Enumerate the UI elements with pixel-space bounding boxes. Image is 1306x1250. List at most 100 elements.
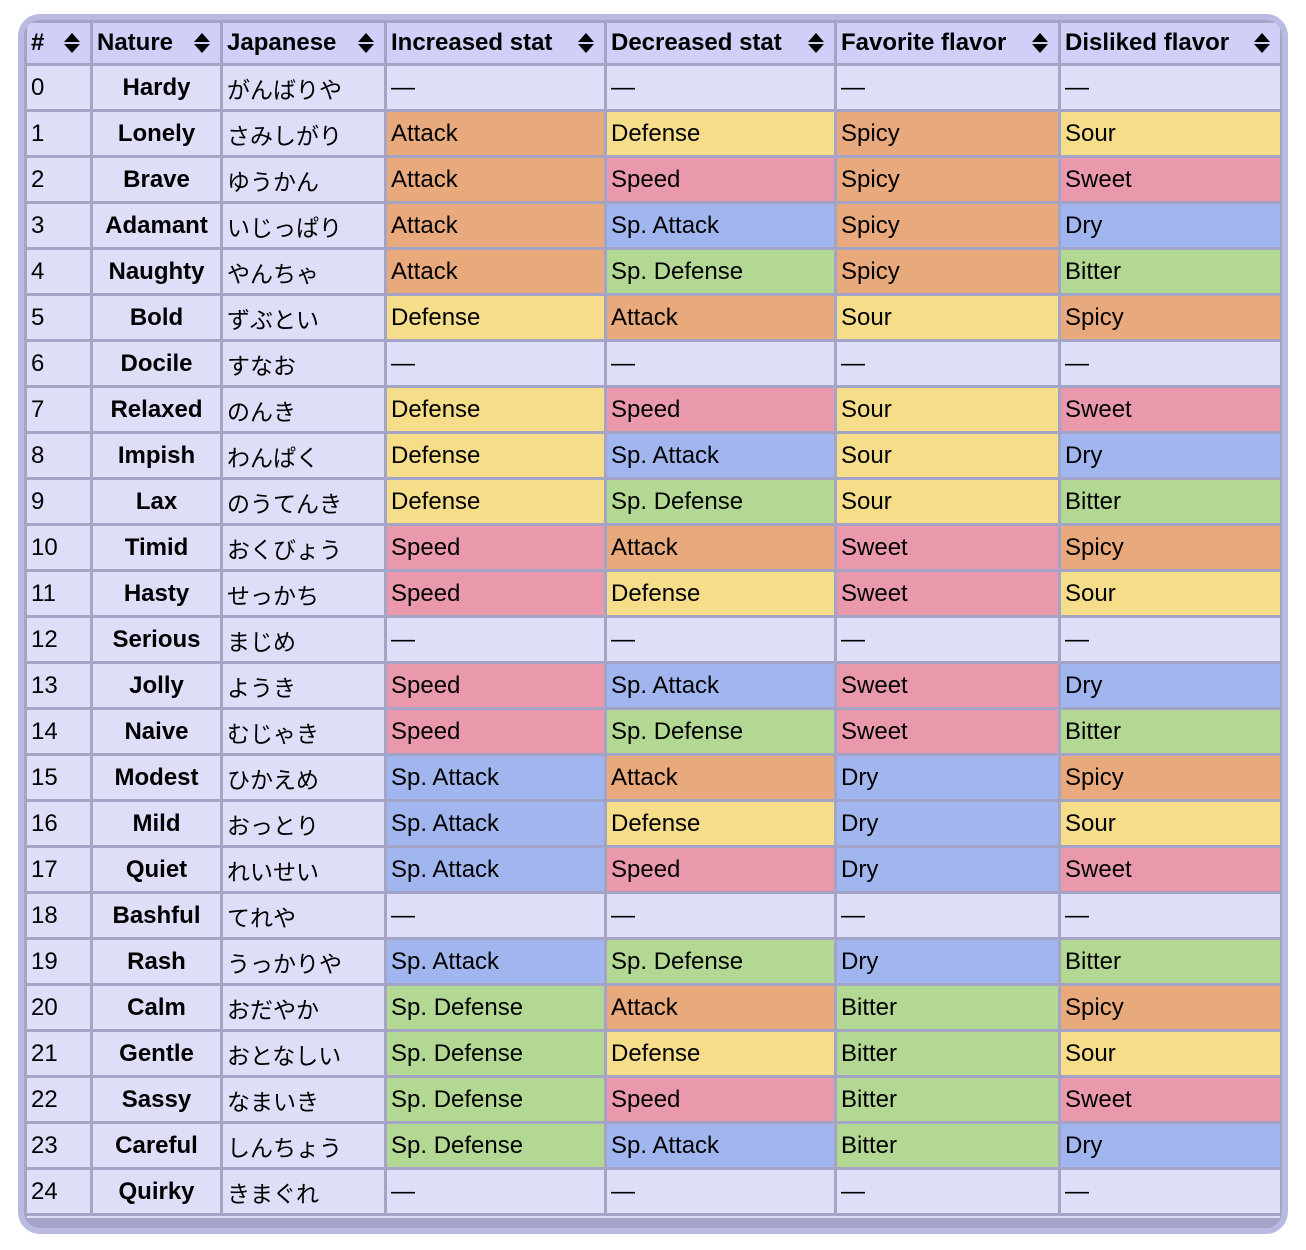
table-footer-strip	[27, 1216, 1280, 1218]
cell-decreased-stat: Sp. Attack	[607, 434, 834, 477]
cell-nature: Calm	[93, 986, 220, 1029]
table-row: 7 Relaxed のんき Defense Speed Sour Sweet	[27, 388, 1280, 431]
cell-disliked-flavor: Sweet	[1061, 388, 1280, 431]
cell-decreased-stat: Defense	[607, 802, 834, 845]
natures-table: # Nature Japanese Increased stat Decreased s…	[24, 20, 1282, 1221]
table-row: 1 Lonely さみしがり Attack Defense Spicy Sour	[27, 112, 1280, 155]
cell-nature: Adamant	[93, 204, 220, 247]
cell-japanese: わんぱく	[223, 434, 384, 477]
column-header-favorite-flavor[interactable]: Favorite flavor	[837, 23, 1058, 63]
cell-disliked-flavor: Bitter	[1061, 480, 1280, 523]
cell-japanese: むじゃき	[223, 710, 384, 753]
table-row: 8 Impish わんぱく Defense Sp. Attack Sour Dry	[27, 434, 1280, 477]
column-header-nature[interactable]: Nature	[93, 23, 220, 63]
cell-number: 21	[27, 1032, 90, 1075]
table-row: 5 Bold ずぶとい Defense Attack Sour Spicy	[27, 296, 1280, 339]
cell-decreased-stat: Speed	[607, 848, 834, 891]
table-row: 4 Naughty やんちゃ Attack Sp. Defense Spicy Bitter	[27, 250, 1280, 293]
cell-decreased-stat: Attack	[607, 526, 834, 569]
cell-increased-stat: —	[387, 894, 604, 937]
cell-disliked-flavor: Spicy	[1061, 526, 1280, 569]
sort-icon[interactable]	[358, 32, 374, 54]
cell-nature: Impish	[93, 434, 220, 477]
cell-favorite-flavor: Spicy	[837, 112, 1058, 155]
cell-increased-stat: Sp. Defense	[387, 1078, 604, 1121]
cell-nature: Bashful	[93, 894, 220, 937]
cell-number: 9	[27, 480, 90, 523]
cell-disliked-flavor: Dry	[1061, 664, 1280, 707]
cell-increased-stat: Sp. Attack	[387, 848, 604, 891]
cell-decreased-stat: Sp. Defense	[607, 710, 834, 753]
cell-japanese: おだやか	[223, 986, 384, 1029]
cell-increased-stat: Speed	[387, 526, 604, 569]
cell-favorite-flavor: —	[837, 66, 1058, 109]
column-header-label: Favorite flavor	[841, 29, 1007, 56]
sort-icon[interactable]	[808, 32, 824, 54]
cell-number: 15	[27, 756, 90, 799]
cell-japanese: ずぶとい	[223, 296, 384, 339]
table-body: 0 Hardy がんばりや — — — —1 Lonely さみしがり Attack Defense…	[27, 66, 1280, 1218]
cell-favorite-flavor: Spicy	[837, 204, 1058, 247]
table-row: 21 Gentle おとなしい Sp. Defense Defense Bitter Sou…	[27, 1032, 1280, 1075]
cell-number: 10	[27, 526, 90, 569]
cell-favorite-flavor: Sour	[837, 296, 1058, 339]
cell-increased-stat: Sp. Defense	[387, 1124, 604, 1167]
cell-favorite-flavor: Sour	[837, 480, 1058, 523]
column-header-number[interactable]: #	[27, 23, 90, 63]
table-row: 11 Hasty せっかち Speed Defense Sweet Sour	[27, 572, 1280, 615]
table-row: 6 Docile すなお — — — —	[27, 342, 1280, 385]
table-row: 10 Timid おくびょう Speed Attack Sweet Spicy	[27, 526, 1280, 569]
cell-increased-stat: Attack	[387, 250, 604, 293]
cell-disliked-flavor: Sweet	[1061, 848, 1280, 891]
cell-nature: Docile	[93, 342, 220, 385]
cell-number: 5	[27, 296, 90, 339]
table-frame: # Nature Japanese Increased stat Decreased s…	[18, 14, 1288, 1234]
cell-japanese: のうてんき	[223, 480, 384, 523]
cell-favorite-flavor: Sour	[837, 434, 1058, 477]
cell-japanese: まじめ	[223, 618, 384, 661]
cell-japanese: おっとり	[223, 802, 384, 845]
sort-icon[interactable]	[1032, 32, 1048, 54]
column-header-decreased-stat[interactable]: Decreased stat	[607, 23, 834, 63]
table-row: 0 Hardy がんばりや — — — —	[27, 66, 1280, 109]
sort-icon[interactable]	[1254, 32, 1270, 54]
cell-favorite-flavor: Sweet	[837, 572, 1058, 615]
column-header-japanese[interactable]: Japanese	[223, 23, 384, 63]
cell-decreased-stat: Speed	[607, 388, 834, 431]
cell-number: 19	[27, 940, 90, 983]
cell-japanese: ようき	[223, 664, 384, 707]
cell-number: 20	[27, 986, 90, 1029]
cell-increased-stat: Sp. Attack	[387, 940, 604, 983]
cell-nature: Lonely	[93, 112, 220, 155]
cell-decreased-stat: —	[607, 342, 834, 385]
column-header-content: Japanese	[227, 29, 380, 57]
sort-icon[interactable]	[578, 32, 594, 54]
cell-disliked-flavor: Sour	[1061, 112, 1280, 155]
cell-disliked-flavor: —	[1061, 342, 1280, 385]
cell-decreased-stat: Defense	[607, 572, 834, 615]
cell-favorite-flavor: —	[837, 894, 1058, 937]
cell-favorite-flavor: Sweet	[837, 526, 1058, 569]
cell-increased-stat: —	[387, 618, 604, 661]
column-header-increased-stat[interactable]: Increased stat	[387, 23, 604, 63]
column-header-disliked-flavor[interactable]: Disliked flavor	[1061, 23, 1280, 63]
table-row: 20 Calm おだやか Sp. Defense Attack Bitter Spicy	[27, 986, 1280, 1029]
table-container: # Nature Japanese Increased stat Decreased s…	[24, 20, 1282, 1228]
cell-nature: Relaxed	[93, 388, 220, 431]
cell-disliked-flavor: Sour	[1061, 802, 1280, 845]
table-row: 14 Naive むじゃき Speed Sp. Defense Sweet Bitter	[27, 710, 1280, 753]
cell-nature: Hasty	[93, 572, 220, 615]
sort-icon[interactable]	[194, 32, 210, 54]
cell-decreased-stat: —	[607, 66, 834, 109]
cell-number: 12	[27, 618, 90, 661]
cell-favorite-flavor: Dry	[837, 802, 1058, 845]
cell-increased-stat: Sp. Attack	[387, 756, 604, 799]
cell-increased-stat: Attack	[387, 204, 604, 247]
cell-number: 6	[27, 342, 90, 385]
cell-decreased-stat: Attack	[607, 986, 834, 1029]
cell-number: 11	[27, 572, 90, 615]
sort-icon[interactable]	[64, 32, 80, 54]
cell-favorite-flavor: —	[837, 618, 1058, 661]
cell-number: 23	[27, 1124, 90, 1167]
column-header-label: Increased stat	[391, 29, 553, 56]
